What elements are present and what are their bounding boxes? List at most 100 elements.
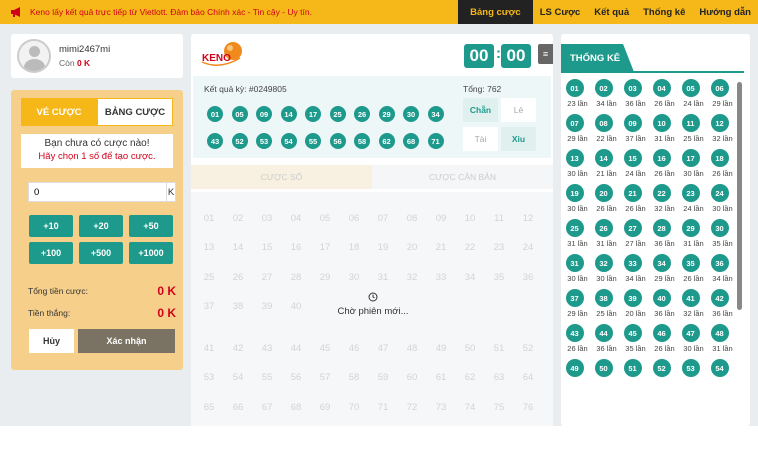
board-number[interactable]: 27 <box>255 267 279 287</box>
chip-1000-button[interactable]: +1000 <box>129 242 173 264</box>
board-number[interactable]: 11 <box>487 208 511 228</box>
board-number[interactable]: 05 <box>313 208 337 228</box>
board-number[interactable]: 14 <box>226 238 250 258</box>
board-number[interactable]: 47 <box>371 338 395 358</box>
board-number[interactable]: 36 <box>516 267 540 287</box>
confirm-button[interactable]: Xác nhận <box>78 329 175 353</box>
board-number[interactable]: 07 <box>371 208 395 228</box>
board-number[interactable]: 24 <box>516 238 540 258</box>
board-number[interactable]: 54 <box>226 368 250 388</box>
chip-50-button[interactable]: +50 <box>129 215 173 237</box>
board-number[interactable]: 38 <box>226 297 250 317</box>
board-number[interactable]: 40 <box>284 297 308 317</box>
board-number[interactable]: 55 <box>255 368 279 388</box>
menu-bet-board[interactable]: Bảng cược <box>458 0 533 24</box>
board-number[interactable]: 57 <box>313 368 337 388</box>
board-number[interactable]: 13 <box>197 238 221 258</box>
board-number[interactable]: 45 <box>313 338 337 358</box>
chip-500-button[interactable]: +500 <box>79 242 123 264</box>
board-number[interactable]: 50 <box>458 338 482 358</box>
board-number[interactable]: 21 <box>429 238 453 258</box>
stat-item: 31 30 lần <box>563 254 592 283</box>
tab-basic-bet[interactable]: CƯỢC CĂN BẢN <box>372 165 553 189</box>
board-number[interactable]: 71 <box>371 397 395 417</box>
tab-ticket[interactable]: VÉ CƯỢC <box>21 98 97 126</box>
board-number[interactable]: 28 <box>284 267 308 287</box>
board-number[interactable]: 25 <box>197 267 221 287</box>
chip-20-button[interactable]: +20 <box>79 215 123 237</box>
board-number[interactable]: 03 <box>255 208 279 228</box>
menu-guide[interactable]: Hướng dẫn <box>692 0 758 24</box>
board-number[interactable]: 62 <box>458 368 482 388</box>
board-number[interactable]: 59 <box>371 368 395 388</box>
board-number[interactable]: 33 <box>429 267 453 287</box>
stats-scrollbar[interactable] <box>737 82 742 310</box>
menu-bet-history[interactable]: LS Cược <box>533 0 588 24</box>
board-number[interactable]: 41 <box>197 338 221 358</box>
board-number[interactable]: 65 <box>197 397 221 417</box>
board-number[interactable]: 56 <box>284 368 308 388</box>
board-number[interactable]: 68 <box>284 397 308 417</box>
board-number[interactable]: 23 <box>487 238 511 258</box>
stat-count: 26 lần <box>654 344 675 353</box>
collapse-stats-button[interactable]: ≡ <box>538 44 553 64</box>
board-number[interactable]: 58 <box>342 368 366 388</box>
board-number[interactable]: 51 <box>487 338 511 358</box>
board-number[interactable]: 43 <box>255 338 279 358</box>
board-number[interactable]: 08 <box>400 208 424 228</box>
board-number[interactable]: 18 <box>342 238 366 258</box>
board-number[interactable]: 44 <box>284 338 308 358</box>
board-number[interactable]: 63 <box>487 368 511 388</box>
board-number[interactable]: 16 <box>284 238 308 258</box>
board-number[interactable]: 22 <box>458 238 482 258</box>
board-number[interactable]: 46 <box>342 338 366 358</box>
avatar[interactable] <box>17 39 51 73</box>
board-number[interactable]: 42 <box>226 338 250 358</box>
board-number[interactable]: 10 <box>458 208 482 228</box>
menu-results[interactable]: Kết quả <box>587 0 636 24</box>
board-number[interactable]: 66 <box>226 397 250 417</box>
board-number[interactable]: 34 <box>458 267 482 287</box>
board-number[interactable]: 53 <box>197 368 221 388</box>
board-number[interactable]: 52 <box>516 338 540 358</box>
board-number[interactable]: 20 <box>400 238 424 258</box>
board-number[interactable]: 09 <box>429 208 453 228</box>
stat-count: 34 lần <box>712 274 733 283</box>
board-number[interactable]: 73 <box>429 397 453 417</box>
board-number[interactable]: 39 <box>255 297 279 317</box>
board-number[interactable]: 29 <box>313 267 337 287</box>
board-number[interactable]: 70 <box>342 397 366 417</box>
board-number[interactable]: 04 <box>284 208 308 228</box>
board-number[interactable]: 06 <box>342 208 366 228</box>
board-number[interactable]: 69 <box>313 397 337 417</box>
board-number[interactable]: 35 <box>487 267 511 287</box>
board-number[interactable]: 76 <box>516 397 540 417</box>
board-number[interactable]: 01 <box>197 208 221 228</box>
board-number[interactable]: 72 <box>400 397 424 417</box>
board-number[interactable]: 31 <box>371 267 395 287</box>
board-number[interactable]: 48 <box>400 338 424 358</box>
board-number[interactable]: 75 <box>487 397 511 417</box>
cancel-button[interactable]: Hủy <box>29 329 74 353</box>
board-number[interactable]: 67 <box>255 397 279 417</box>
board-number[interactable]: 30 <box>342 267 366 287</box>
chip-10-button[interactable]: +10 <box>29 215 73 237</box>
board-number[interactable]: 61 <box>429 368 453 388</box>
board-number[interactable]: 49 <box>429 338 453 358</box>
board-number[interactable]: 15 <box>255 238 279 258</box>
chip-100-button[interactable]: +100 <box>29 242 73 264</box>
board-number[interactable]: 37 <box>197 297 221 317</box>
board-number[interactable]: 64 <box>516 368 540 388</box>
board-number[interactable]: 60 <box>400 368 424 388</box>
board-number[interactable]: 74 <box>458 397 482 417</box>
board-number[interactable]: 26 <box>226 267 250 287</box>
tab-number-bet[interactable]: CƯỢC SỐ <box>191 165 372 189</box>
amount-input[interactable] <box>29 186 166 198</box>
board-number[interactable]: 17 <box>313 238 337 258</box>
tab-board[interactable]: BẢNG CƯỢC <box>97 98 173 126</box>
board-number[interactable]: 02 <box>226 208 250 228</box>
board-number[interactable]: 32 <box>400 267 424 287</box>
board-number[interactable]: 19 <box>371 238 395 258</box>
menu-statistics[interactable]: Thống kê <box>636 0 692 24</box>
board-number[interactable]: 12 <box>516 208 540 228</box>
